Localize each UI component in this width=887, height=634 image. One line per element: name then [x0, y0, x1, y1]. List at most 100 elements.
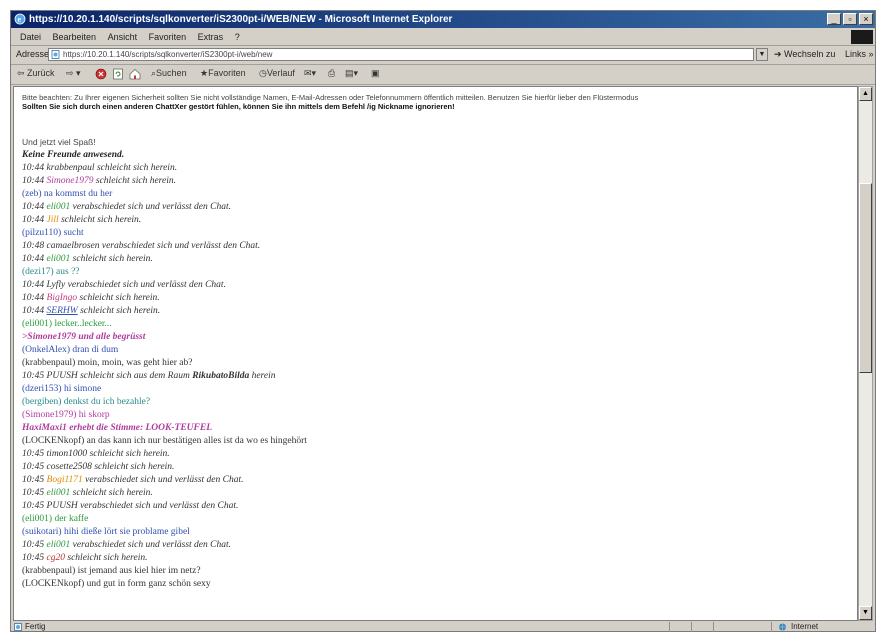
chat-line: (dezi17) aus ?? [22, 267, 80, 277]
menu-item-datei[interactable]: Datei [20, 29, 41, 45]
chat-no-friends: Keine Freunde anwesend. [22, 150, 125, 160]
print-icon: ⎙ [328, 68, 336, 78]
nickname: Jill [46, 215, 59, 225]
status-divider [713, 622, 714, 632]
chat-line: (OnkelAlex) dran di dum [22, 345, 119, 355]
windows-logo-throbber [851, 30, 873, 44]
close-button[interactable]: × [859, 13, 873, 25]
chat-line: (zeb) na kommst du her [22, 189, 113, 199]
mail-button[interactable]: ✉▾ [304, 68, 316, 79]
chat-line: 10:48 camaelbrosen verabschiedet sich un… [22, 241, 261, 251]
forward-arrow-icon: ⇨ ▾ [66, 68, 81, 78]
nickname: Bogi1171 [46, 475, 83, 485]
back-button[interactable]: ⇦ Zurück [17, 68, 55, 79]
nickname: Lyfly [46, 280, 66, 290]
favorites-button[interactable]: ★Favoriten [200, 68, 246, 79]
chat-line: 10:44 eli001 schleicht sich herein. [22, 254, 153, 264]
back-label: Zurück [27, 68, 55, 78]
address-dropdown-button[interactable]: ▼ [756, 48, 768, 61]
browser-window: e https://10.20.1.140/scripts/sqlkonvert… [10, 10, 876, 632]
page-icon [51, 50, 60, 59]
page-done-icon [14, 623, 22, 631]
scroll-down-arrow-icon[interactable]: ▼ [859, 606, 872, 620]
scrollbar-thumb[interactable] [859, 183, 872, 373]
title-bar[interactable]: e https://10.20.1.140/scripts/sqlkonvert… [11, 11, 875, 28]
search-button[interactable]: ⌕Suchen [151, 68, 187, 79]
nickname: eli001 [46, 202, 71, 212]
discuss-icon: ▣ [371, 68, 380, 78]
address-label: Adresse [16, 49, 50, 59]
menu-item-help[interactable]: ? [235, 29, 240, 45]
address-bar: Adresse https://10.20.1.140/scripts/sqlk… [11, 46, 875, 65]
status-divider [669, 622, 670, 632]
nickname: Simone1979 [46, 176, 94, 186]
menu-item-ansicht[interactable]: Ansicht [108, 29, 138, 45]
menu-item-favoriten[interactable]: Favoriten [149, 29, 187, 45]
nickname: PUUSH [46, 371, 78, 381]
stop-icon[interactable] [95, 68, 107, 80]
address-input[interactable]: https://10.20.1.140/scripts/sqlkonverter… [48, 48, 754, 61]
menu-bar: Datei Bearbeiten Ansicht Favoriten Extra… [11, 29, 875, 46]
svg-text:e: e [18, 15, 22, 24]
window-controls: _ ▫ × [827, 13, 873, 25]
discuss-button[interactable]: ▣ [371, 68, 380, 79]
history-button[interactable]: ◷Verlauf [259, 68, 295, 79]
chat-line: (LOCKENkopf) an das kann ich nur bestäti… [22, 436, 307, 446]
chat-line: (eli001) der kaffe [22, 514, 89, 524]
go-arrow-icon: ➔ [774, 49, 785, 59]
chat-line: 10:45 cosette2508 schleicht sich herein. [22, 462, 175, 472]
nickname: eli001 [46, 488, 71, 498]
edit-button[interactable]: ▤▾ [345, 68, 358, 79]
print-button[interactable]: ⎙ [328, 68, 335, 79]
nickname: cg20 [46, 553, 66, 563]
chat-line: 10:44 SERHW schleicht sich herein. [22, 306, 161, 316]
favorites-label: Favoriten [208, 68, 246, 78]
chat-line: 10:44 krabbenpaul schleicht sich herein. [22, 163, 178, 173]
scroll-up-arrow-icon[interactable]: ▲ [859, 87, 872, 101]
refresh-icon[interactable] [112, 68, 124, 80]
links-button[interactable]: Links » [845, 49, 874, 59]
vertical-scrollbar[interactable]: ▲ ▼ [858, 86, 873, 621]
room-name: RikubatoBilda [192, 371, 250, 381]
nickname: eli001 [46, 540, 71, 550]
status-divider [691, 622, 692, 632]
forward-button[interactable]: ⇨ ▾ [66, 68, 81, 79]
chat-line: (dzeri153) hi simone [22, 384, 102, 394]
nickname: SERHW [46, 306, 78, 316]
status-divider [771, 622, 772, 632]
standard-toolbar: ⇦ Zurück ⇨ ▾ ⌕Suchen ★Favoriten ◷Verlauf… [11, 65, 875, 85]
maximize-button[interactable]: ▫ [843, 13, 857, 25]
chat-line: 10:44 BigIngo schleicht sich herein. [22, 293, 160, 303]
nickname: cosette2508 [46, 462, 92, 472]
ignore-notice: Sollten Sie sich durch einen anderen Cha… [22, 102, 455, 111]
chat-line: 10:45 Bogi1171 verabschiedet sich und ve… [22, 475, 244, 485]
chat-line: 10:44 Lyfly verabschiedet sich und verlä… [22, 280, 226, 290]
nickname: camaelbrosen [46, 241, 100, 251]
history-icon: ◷ [259, 68, 267, 78]
go-button[interactable]: ➔ Wechseln zu [774, 49, 835, 60]
chat-line: 10:44 Jill schleicht sich herein. [22, 215, 142, 225]
nickname: timon1000 [46, 449, 88, 459]
security-zone-label: Internet [791, 622, 819, 631]
minimize-button[interactable]: _ [827, 13, 841, 25]
internet-explorer-icon: e [14, 13, 26, 25]
status-text: Fertig [25, 622, 46, 631]
chat-line: 10:44 Simone1979 schleicht sich herein. [22, 176, 177, 186]
chat-page[interactable]: Bitte beachten: Zu Ihrer eigenen Sicherh… [13, 86, 858, 621]
back-arrow-icon: ⇦ [17, 68, 28, 78]
nickname: PUUSH [46, 501, 78, 511]
chat-line: (bergiben) denkst du ich bezahle? [22, 397, 151, 407]
chat-shout: HaxiMaxi1 erhebt die Stimme: LOOK-TEUFEL [22, 423, 212, 433]
menu-item-extras[interactable]: Extras [198, 29, 224, 45]
chat-line: (eli001) lecker..lecker... [22, 319, 112, 329]
chat-line: (krabbenpaul) moin, moin, was geht hier … [22, 358, 193, 368]
home-icon[interactable] [129, 68, 141, 80]
menu-item-bearbeiten[interactable]: Bearbeiten [53, 29, 97, 45]
window-title: https://10.20.1.140/scripts/sqlkonverter… [29, 14, 453, 25]
history-label: Verlauf [266, 68, 295, 78]
chat-line: 10:45 cg20 schleicht sich herein. [22, 553, 148, 563]
chat-line: (krabbenpaul) ist jemand aus kiel hier i… [22, 566, 201, 576]
nickname: krabbenpaul [46, 163, 95, 173]
screen: e https://10.20.1.140/scripts/sqlkonvert… [0, 0, 887, 634]
chat-line: 10:45 PUUSH verabschiedet sich und verlä… [22, 501, 239, 511]
